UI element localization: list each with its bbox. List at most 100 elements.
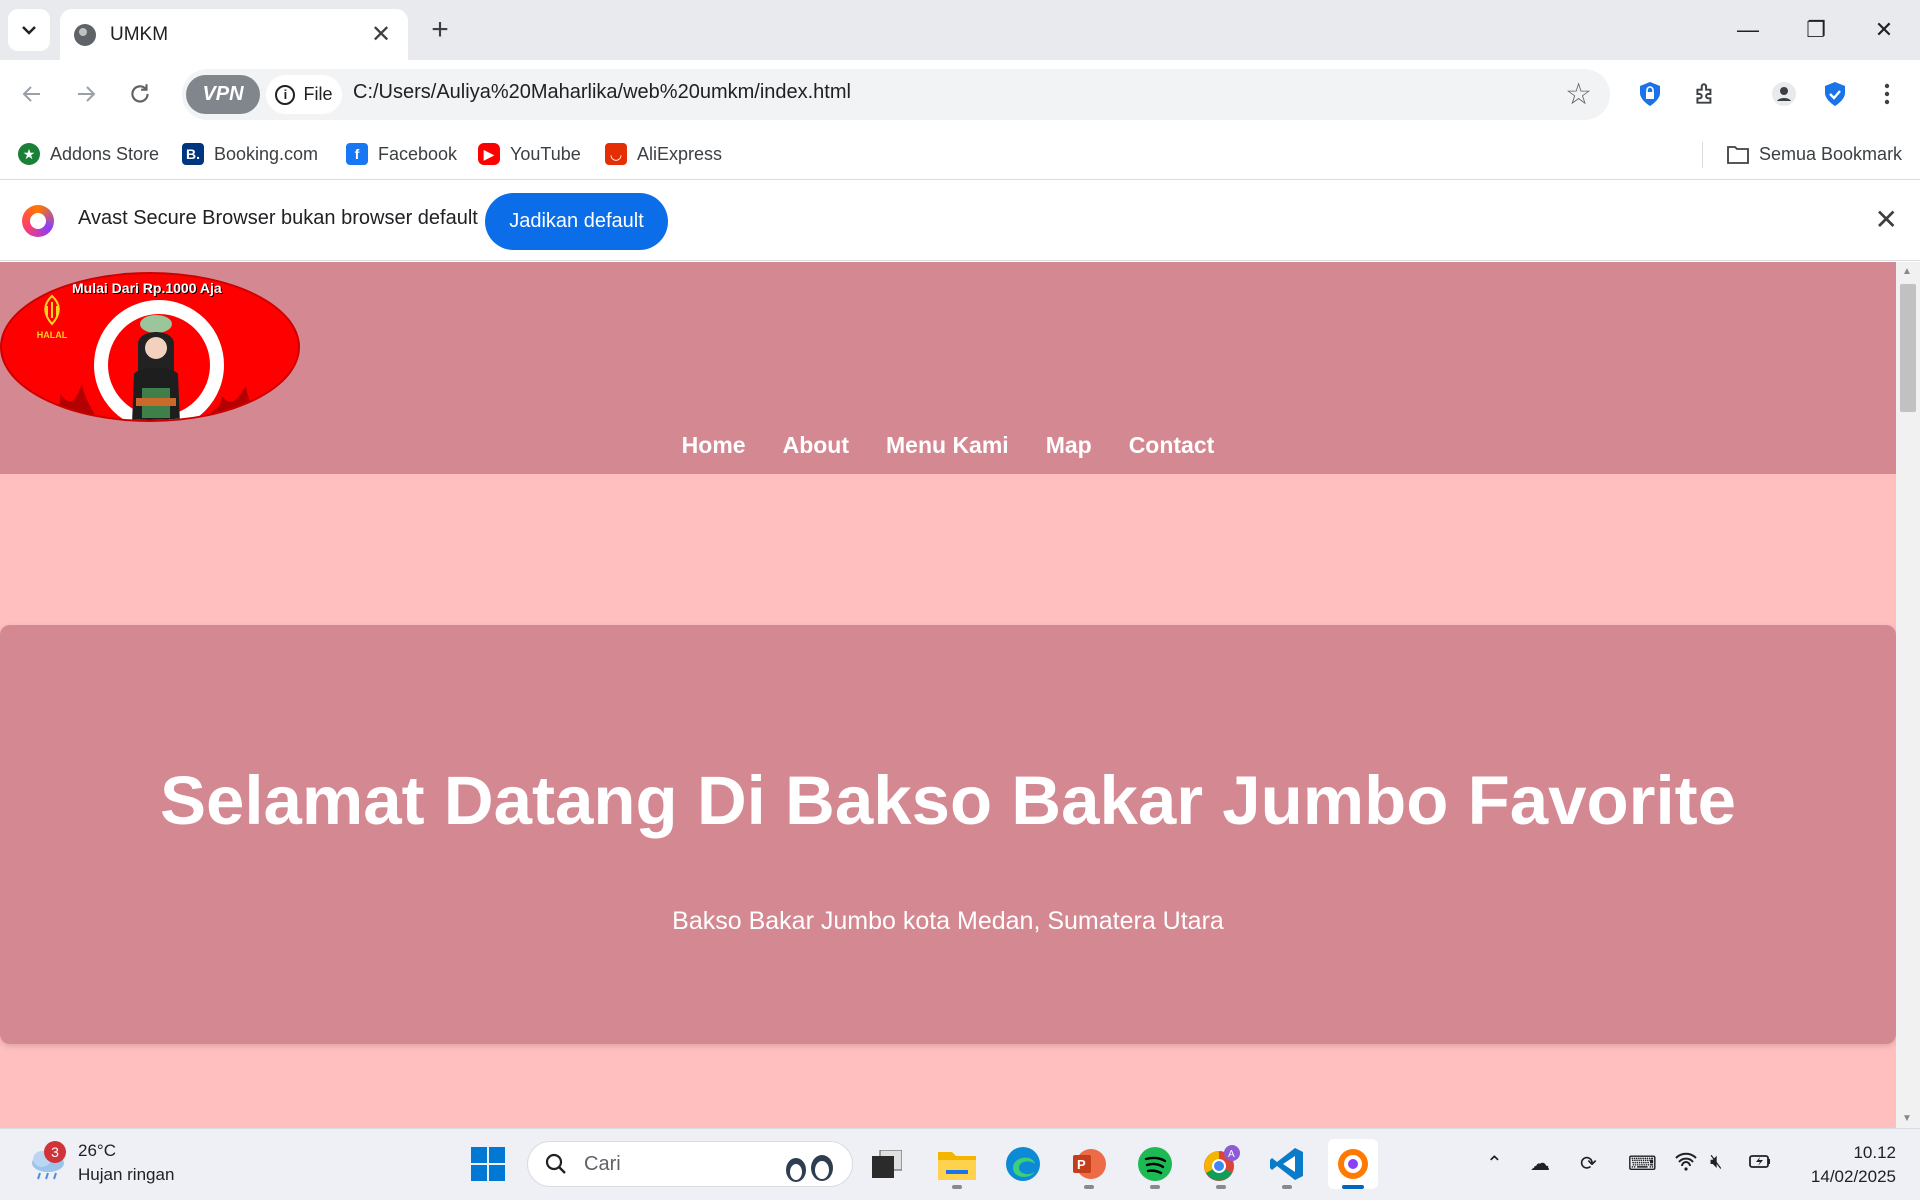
weather-temp: 26°C bbox=[78, 1141, 116, 1160]
forward-button[interactable] bbox=[66, 74, 106, 114]
weather-badge: 3 bbox=[44, 1141, 66, 1163]
globe-icon bbox=[74, 23, 96, 46]
onedrive-cloud-icon[interactable]: ☁ bbox=[1530, 1151, 1550, 1176]
bookmark-label: AliExpress bbox=[637, 143, 723, 164]
bookmarks-bar: ★ Addons Store B. Booking.com f Facebook… bbox=[0, 130, 1920, 180]
start-button[interactable] bbox=[463, 1139, 513, 1189]
taskbar-avast-browser[interactable] bbox=[1328, 1139, 1378, 1189]
halal-logo-icon bbox=[44, 294, 60, 326]
nav-map[interactable]: Map bbox=[1046, 432, 1092, 459]
bookmark-label: Addons Store bbox=[50, 143, 160, 164]
infobar-message: Avast Secure Browser bukan browser defau… bbox=[78, 207, 478, 229]
windows-logo-icon bbox=[471, 1147, 505, 1181]
edge-icon bbox=[1006, 1147, 1040, 1181]
vpn-button[interactable]: VPN bbox=[186, 75, 260, 114]
bookmark-booking[interactable]: B. Booking.com bbox=[182, 139, 318, 169]
scrollbar-thumb[interactable] bbox=[1900, 284, 1916, 412]
site-info-chip[interactable]: i File bbox=[266, 75, 342, 114]
privacy-shield-button[interactable] bbox=[1630, 74, 1670, 114]
extensions-button[interactable] bbox=[1685, 74, 1725, 114]
taskbar-edge[interactable] bbox=[998, 1139, 1048, 1189]
browser-toolbar: VPN i File C:/Users/Auliya%20Maharlika/w… bbox=[0, 60, 1920, 130]
avast-logo-icon bbox=[22, 205, 54, 237]
halal-badge: HALAL bbox=[34, 294, 70, 354]
make-default-button[interactable]: Jadikan default bbox=[485, 193, 668, 250]
taskbar-spotify[interactable] bbox=[1130, 1139, 1180, 1189]
bookmark-addons-store[interactable]: ★ Addons Store bbox=[18, 139, 159, 169]
chevron-down-icon bbox=[22, 26, 36, 35]
page-viewport: Mulai Dari Rp.1000 Aja HALAL Home About bbox=[0, 262, 1896, 1128]
new-tab-button[interactable]: + bbox=[425, 12, 455, 48]
hero-section: Selamat Datang Di Bakso Bakar Jumbo Favo… bbox=[0, 625, 1896, 1044]
puzzle-icon bbox=[1696, 83, 1712, 104]
aliexpress-icon: ◡ bbox=[605, 143, 627, 165]
bookmark-aliexpress[interactable]: ◡ AliExpress bbox=[605, 139, 722, 169]
scroll-up-arrow-icon[interactable]: ▲ bbox=[1902, 266, 1912, 277]
close-tab-icon[interactable]: ✕ bbox=[368, 20, 394, 49]
url-text[interactable]: C:/Users/Auliya%20Maharlika/web%20umkm/i… bbox=[353, 81, 851, 104]
taskbar-search[interactable]: Cari bbox=[527, 1141, 853, 1187]
scroll-down-arrow-icon[interactable]: ▼ bbox=[1902, 1113, 1912, 1124]
avast-browser-icon bbox=[1338, 1149, 1368, 1179]
bookmark-label: Facebook bbox=[378, 143, 458, 164]
running-indicator bbox=[1150, 1185, 1160, 1189]
nav-menu-kami[interactable]: Menu Kami bbox=[886, 432, 1009, 459]
bookmark-youtube[interactable]: ▶ YouTube bbox=[478, 139, 581, 169]
volume-muted-icon[interactable]: 🔇︎ bbox=[1710, 1151, 1723, 1174]
address-bar[interactable]: VPN i File C:/Users/Auliya%20Maharlika/w… bbox=[182, 69, 1610, 120]
infobar-close-icon[interactable]: ✕ bbox=[1875, 203, 1898, 236]
all-bookmarks-button[interactable]: Semua Bookmark bbox=[1727, 139, 1902, 169]
taskbar-chrome[interactable]: A bbox=[1196, 1139, 1246, 1189]
profile-button[interactable] bbox=[1764, 74, 1804, 114]
running-indicator bbox=[952, 1185, 962, 1189]
nav-about[interactable]: About bbox=[783, 432, 849, 459]
active-indicator bbox=[1342, 1185, 1364, 1189]
logo-tagline: Mulai Dari Rp.1000 Aja bbox=[72, 280, 222, 296]
weather-widget[interactable]: 3 26°C Hujan ringan bbox=[26, 1139, 174, 1187]
facebook-icon: f bbox=[346, 143, 368, 165]
hero-subtitle: Bakso Bakar Jumbo kota Medan, Sumatera U… bbox=[672, 907, 1224, 935]
restore-button[interactable]: ❐ bbox=[1782, 0, 1850, 60]
keyboard-icon[interactable]: ⌨ bbox=[1628, 1151, 1657, 1176]
sync-icon[interactable]: ⟳ bbox=[1580, 1151, 1597, 1176]
tray-overflow-chevron-icon[interactable]: ⌃ bbox=[1486, 1151, 1503, 1176]
info-icon: i bbox=[275, 84, 296, 105]
bookmark-facebook[interactable]: f Facebook bbox=[346, 139, 457, 169]
tab-title: UMKM bbox=[110, 23, 169, 45]
back-button[interactable] bbox=[12, 74, 52, 114]
taskbar-vscode[interactable] bbox=[1262, 1139, 1312, 1189]
clock-time: 10.12 bbox=[1853, 1143, 1896, 1162]
taskbar-powerpoint[interactable]: P bbox=[1064, 1139, 1114, 1189]
avast-shield-button[interactable] bbox=[1815, 74, 1855, 114]
bookmark-star-icon[interactable]: ☆ bbox=[1565, 77, 1592, 112]
close-window-button[interactable]: ✕ bbox=[1850, 0, 1918, 60]
bookmarks-divider bbox=[1702, 142, 1703, 168]
browser-menu-button[interactable] bbox=[1867, 74, 1907, 114]
task-view-icon bbox=[872, 1150, 902, 1178]
flames-decoration bbox=[44, 384, 261, 420]
folder-icon bbox=[938, 1152, 976, 1180]
battery-charging-icon[interactable] bbox=[1748, 1151, 1772, 1177]
tab-search-button[interactable] bbox=[8, 9, 50, 51]
nav-home[interactable]: Home bbox=[682, 432, 746, 459]
more-vert-icon bbox=[1884, 83, 1890, 105]
taskbar-task-view[interactable] bbox=[862, 1139, 912, 1189]
taskbar-file-explorer[interactable] bbox=[932, 1139, 982, 1189]
minimize-button[interactable]: — bbox=[1714, 0, 1782, 60]
vscode-icon bbox=[1270, 1148, 1303, 1180]
penguins-search-highlight-icon bbox=[786, 1155, 833, 1182]
tab-strip: UMKM ✕ + — ❐ ✕ bbox=[0, 0, 1920, 60]
main-nav: Home About Menu Kami Map Contact bbox=[0, 432, 1896, 459]
tab-active[interactable]: UMKM ✕ bbox=[60, 9, 408, 60]
youtube-icon: ▶ bbox=[478, 143, 500, 165]
page-scrollbar[interactable]: ▲ ▼ bbox=[1896, 262, 1920, 1128]
weather-desc: Hujan ringan bbox=[78, 1165, 175, 1184]
wifi-icon[interactable] bbox=[1674, 1151, 1698, 1177]
nav-contact[interactable]: Contact bbox=[1129, 432, 1215, 459]
shield-check-icon bbox=[1825, 82, 1845, 106]
reload-button[interactable] bbox=[120, 74, 160, 114]
search-icon bbox=[545, 1153, 566, 1174]
site-logo[interactable]: Mulai Dari Rp.1000 Aja HALAL bbox=[0, 272, 300, 422]
system-clock[interactable]: 10.12 14/02/2025 bbox=[1811, 1141, 1896, 1189]
all-bookmarks-label: Semua Bookmark bbox=[1759, 143, 1903, 164]
